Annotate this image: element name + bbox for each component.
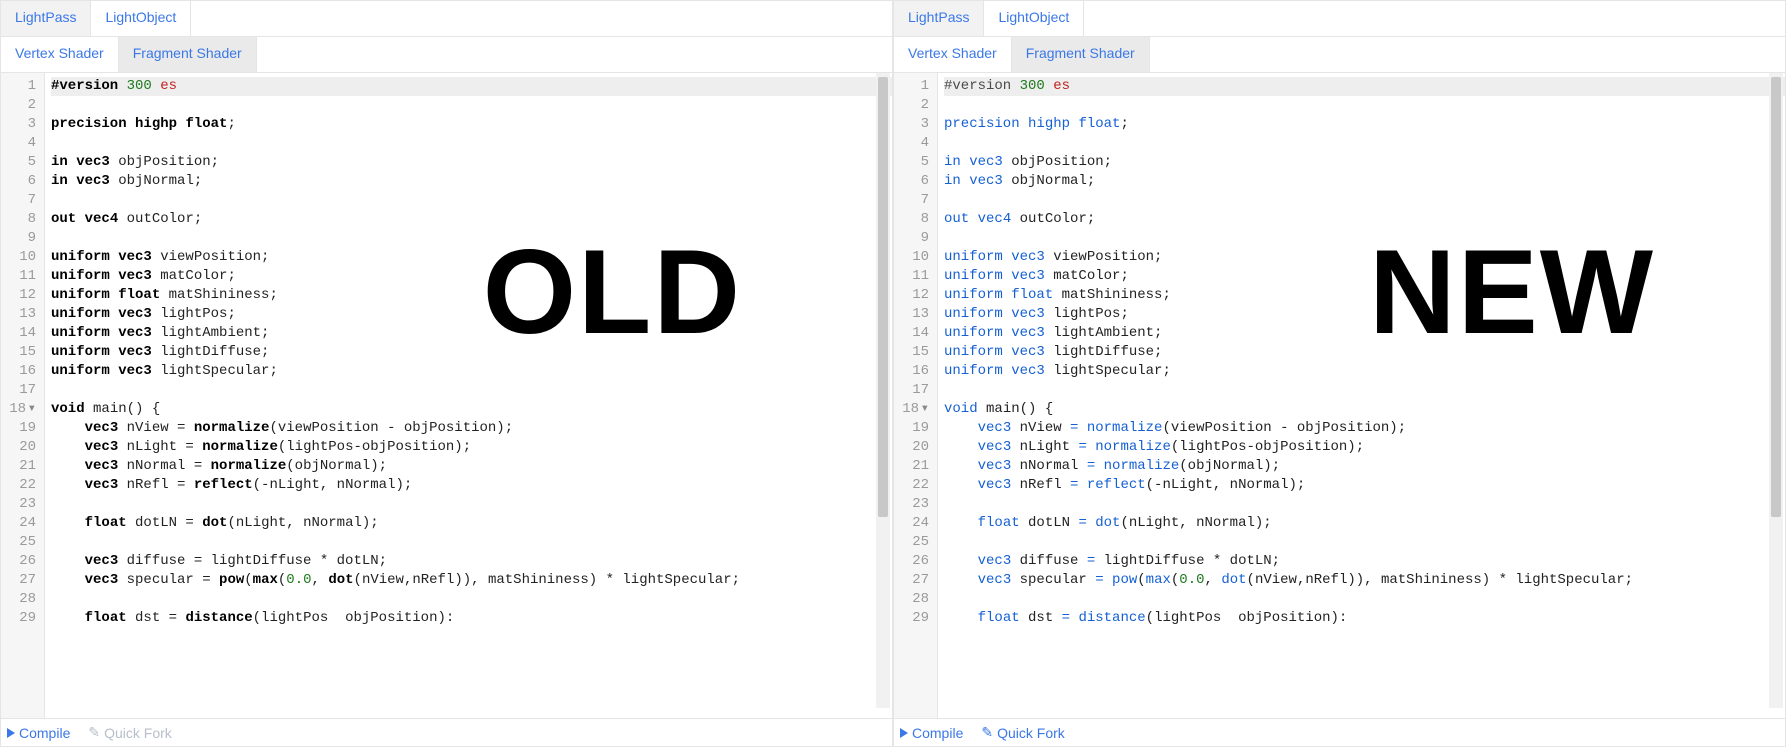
compile-button[interactable]: Compile xyxy=(7,725,70,741)
editor-new[interactable]: 123456789101112131415161718 ▾19202122232… xyxy=(894,73,1785,718)
code-area[interactable]: #version 300 es precision highp float; i… xyxy=(938,73,1785,718)
tab-lightobject[interactable]: LightObject xyxy=(91,1,191,36)
play-icon xyxy=(900,728,908,738)
bottom-bar: Compile Quick Fork xyxy=(894,718,1785,746)
pencil-icon xyxy=(88,724,100,741)
tab-vertex-shader[interactable]: Vertex Shader xyxy=(1,37,119,72)
compile-label: Compile xyxy=(912,725,963,741)
compile-label: Compile xyxy=(19,725,70,741)
quick-fork-label: Quick Fork xyxy=(104,725,172,741)
scrollbar-vertical[interactable] xyxy=(1769,73,1783,708)
quick-fork-button[interactable]: Quick Fork xyxy=(981,724,1064,741)
panel-new: LightPass LightObject Vertex Shader Frag… xyxy=(893,0,1786,747)
editor-old[interactable]: 123456789101112131415161718 ▾19202122232… xyxy=(1,73,892,718)
app-container: LightPass LightObject Vertex Shader Frag… xyxy=(0,0,1786,747)
pencil-icon xyxy=(981,724,993,741)
line-gutter: 123456789101112131415161718 ▾19202122232… xyxy=(894,73,938,718)
tab-vertex-shader[interactable]: Vertex Shader xyxy=(894,37,1012,72)
tab-lightobject[interactable]: LightObject xyxy=(984,1,1084,36)
panel-old: LightPass LightObject Vertex Shader Frag… xyxy=(0,0,893,747)
code-area[interactable]: #version 300 es precision highp float; i… xyxy=(45,73,892,718)
tab-fragment-shader[interactable]: Fragment Shader xyxy=(1012,37,1150,72)
line-gutter: 123456789101112131415161718 ▾19202122232… xyxy=(1,73,45,718)
shader-tabs-row: Vertex Shader Fragment Shader xyxy=(894,37,1785,73)
tab-fragment-shader[interactable]: Fragment Shader xyxy=(119,37,257,72)
compile-button[interactable]: Compile xyxy=(900,725,963,741)
shader-tabs-row: Vertex Shader Fragment Shader xyxy=(1,37,892,73)
file-tabs-row: LightPass LightObject xyxy=(1,1,892,37)
tab-lightpass[interactable]: LightPass xyxy=(1,1,91,36)
scrollbar-thumb[interactable] xyxy=(1771,77,1781,517)
quick-fork-button[interactable]: Quick Fork xyxy=(88,724,171,741)
quick-fork-label: Quick Fork xyxy=(997,725,1065,741)
file-tabs-row: LightPass LightObject xyxy=(894,1,1785,37)
scrollbar-thumb[interactable] xyxy=(878,77,888,517)
scrollbar-vertical[interactable] xyxy=(876,73,890,708)
bottom-bar: Compile Quick Fork xyxy=(1,718,892,746)
play-icon xyxy=(7,728,15,738)
tab-lightpass[interactable]: LightPass xyxy=(894,1,984,36)
